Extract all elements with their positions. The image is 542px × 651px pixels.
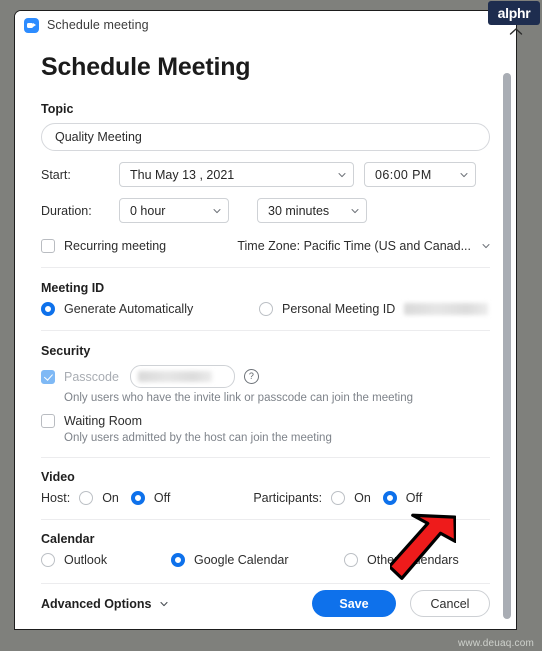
topic-input[interactable] xyxy=(41,123,490,151)
calendar-options-row: Outlook Google Calendar Other Calendars xyxy=(41,553,490,567)
waiting-room-label: Waiting Room xyxy=(64,414,143,428)
video-section-label: Video xyxy=(41,470,75,484)
video-host-label: Host: xyxy=(41,491,71,505)
calendar-section-label: Calendar xyxy=(41,532,95,546)
start-date-value: Thu May 13 , 2021 xyxy=(130,167,235,182)
radio-other-calendars[interactable]: Other Calendars xyxy=(344,553,459,567)
duration-label: Duration: xyxy=(41,203,92,218)
recurring-meeting-checkbox-group[interactable]: Recurring meeting xyxy=(41,239,166,253)
divider xyxy=(41,267,490,268)
security-section-label: Security xyxy=(41,344,91,358)
timezone-label: Time Zone: Pacific Time (US and Canad... xyxy=(237,239,471,253)
radio-participants-video-off-label: Off xyxy=(405,491,423,505)
radio-host-video-off-label: Off xyxy=(153,491,171,505)
duration-minute-select[interactable]: 30 minutes xyxy=(257,198,367,223)
radio-host-video-off[interactable] xyxy=(130,491,145,505)
video-options-row: Host: On Off Participants: On Off xyxy=(41,491,490,505)
passcode-input[interactable] xyxy=(129,365,235,388)
title-bar-label: Schedule meeting xyxy=(47,18,149,32)
radio-generate-automatically[interactable]: Generate Automatically xyxy=(41,302,241,316)
recurring-timezone-row: Recurring meeting Time Zone: Pacific Tim… xyxy=(41,239,490,253)
waiting-room-helper-text: Only users admitted by the host can join… xyxy=(64,432,332,444)
waiting-room-row: Waiting Room xyxy=(41,414,490,428)
site-watermark: www.deuaq.com xyxy=(458,638,534,649)
timezone-select[interactable]: Time Zone: Pacific Time (US and Canad... xyxy=(237,239,490,253)
radio-personal-meeting-id-control[interactable] xyxy=(259,302,273,316)
radio-generate-automatically-control[interactable] xyxy=(41,302,55,316)
topic-label: Topic xyxy=(41,102,74,116)
recurring-meeting-checkbox[interactable] xyxy=(41,239,55,253)
chevron-down-icon xyxy=(482,242,490,250)
duration-hour-value: 0 hour xyxy=(130,203,166,218)
personal-meeting-id-value-redacted xyxy=(404,303,489,315)
video-participants-label: Participants: xyxy=(253,491,323,505)
passcode-row: Passcode ? xyxy=(41,365,490,388)
page-title: Schedule Meeting xyxy=(41,53,251,81)
radio-participants-video-on-label: On xyxy=(354,491,371,505)
duration-minute-value: 30 minutes xyxy=(268,203,330,218)
divider xyxy=(41,457,490,458)
recurring-meeting-label: Recurring meeting xyxy=(64,239,167,253)
radio-personal-meeting-id[interactable]: Personal Meeting ID xyxy=(259,302,489,316)
passcode-helper-text: Only users who have the invite link or p… xyxy=(64,392,414,404)
start-time-select[interactable]: 06:00 PM xyxy=(364,162,476,187)
title-bar: Schedule meeting xyxy=(15,11,516,39)
start-date-select[interactable]: Thu May 13 , 2021 xyxy=(119,162,354,187)
dialog-footer: Save Cancel xyxy=(15,590,516,617)
start-time-value: 06:00 PM xyxy=(375,167,432,182)
radio-outlook-control[interactable] xyxy=(41,553,55,567)
duration-hour-select[interactable]: 0 hour xyxy=(119,198,229,223)
meeting-id-section-label: Meeting ID xyxy=(41,281,105,295)
divider xyxy=(41,330,490,331)
video-participants-group: Participants: On Off xyxy=(253,491,422,505)
cancel-button[interactable]: Cancel xyxy=(410,590,490,617)
passcode-value-redacted xyxy=(137,371,212,382)
radio-other-calendars-control[interactable] xyxy=(344,553,358,567)
dialog-content: Schedule Meeting Topic Start: Thu May 13… xyxy=(15,53,516,611)
radio-participants-video-off[interactable] xyxy=(382,491,397,505)
passcode-checkbox[interactable] xyxy=(41,369,55,384)
radio-personal-meeting-id-label: Personal Meeting ID xyxy=(282,302,396,316)
radio-generate-automatically-label: Generate Automatically xyxy=(64,302,194,316)
radio-google-calendar-control[interactable] xyxy=(171,553,185,567)
chevron-down-icon xyxy=(213,207,221,214)
schedule-meeting-dialog: Schedule meeting Schedule Meeting Topic … xyxy=(14,10,517,630)
radio-host-video-on[interactable] xyxy=(79,491,94,505)
meeting-id-options-row: Generate Automatically Personal Meeting … xyxy=(41,302,490,316)
radio-participants-video-on[interactable] xyxy=(331,491,346,505)
save-button[interactable]: Save xyxy=(312,590,396,617)
chevron-down-icon xyxy=(338,171,346,178)
zoom-camera-icon xyxy=(24,17,39,33)
chevron-down-icon xyxy=(460,171,468,178)
question-mark-icon[interactable]: ? xyxy=(243,369,259,384)
divider xyxy=(41,583,490,584)
radio-other-calendars-label: Other Calendars xyxy=(367,553,459,567)
chevron-down-icon xyxy=(351,207,359,214)
radio-google-calendar[interactable]: Google Calendar xyxy=(171,553,344,567)
screen-background: alphr Schedule meeting Schedule Meeting … xyxy=(0,0,542,651)
video-host-group: Host: On Off xyxy=(41,491,170,505)
start-row: Start: Thu May 13 , 2021 06:00 PM xyxy=(41,162,490,187)
radio-outlook-label: Outlook xyxy=(64,553,108,567)
radio-google-calendar-label: Google Calendar xyxy=(194,553,289,567)
waiting-room-checkbox[interactable] xyxy=(41,414,55,428)
divider xyxy=(41,519,490,520)
duration-row: Duration: 0 hour 30 minutes xyxy=(41,198,490,223)
passcode-label: Passcode xyxy=(64,369,119,384)
start-label: Start: xyxy=(41,167,71,182)
radio-outlook[interactable]: Outlook xyxy=(41,553,171,567)
radio-host-video-on-label: On xyxy=(102,491,119,505)
alphr-logo-badge: alphr xyxy=(488,1,540,25)
